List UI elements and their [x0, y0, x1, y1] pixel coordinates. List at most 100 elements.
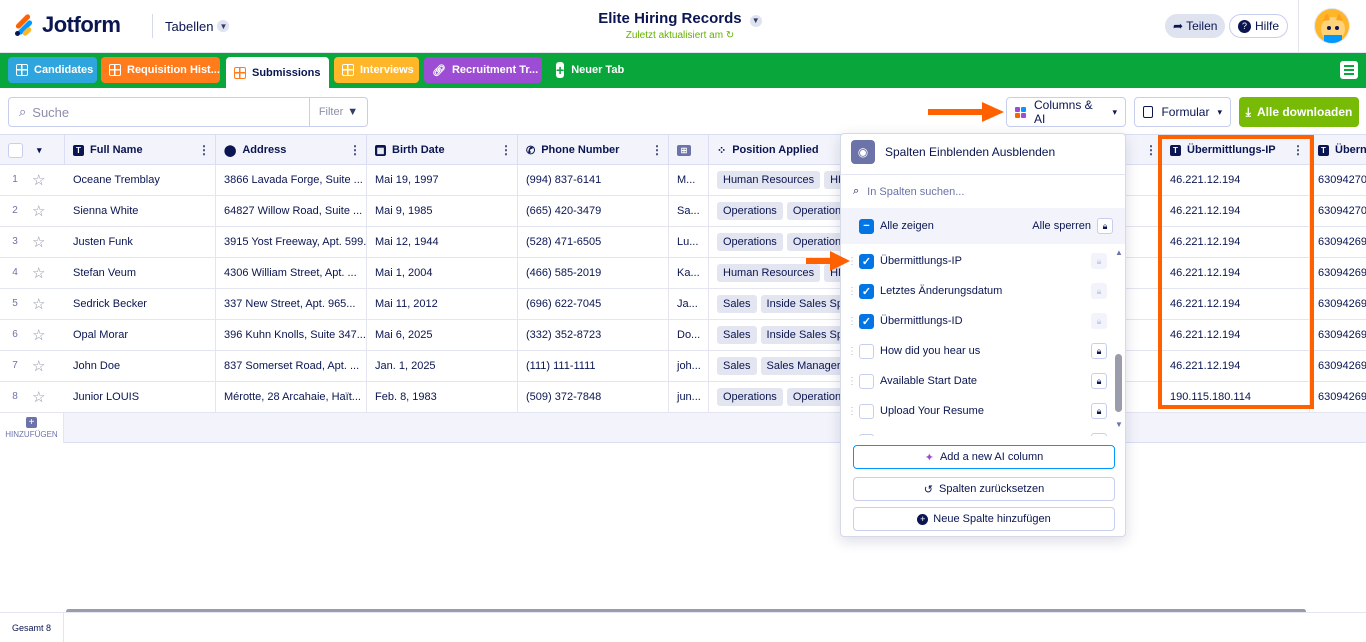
- drag-handle-icon[interactable]: ⋮⋮: [847, 436, 865, 437]
- cell-phone-number[interactable]: (528) 471-6505: [518, 227, 669, 257]
- column-visibility-checkbox[interactable]: ✓: [859, 253, 874, 269]
- column-menu-icon[interactable]: ⋮: [1145, 143, 1157, 157]
- columns-ai-button[interactable]: Columns & AI ▾: [1006, 97, 1126, 127]
- cell-position-applied[interactable]: SalesInside Sales Spe: [709, 289, 840, 319]
- column-visibility-checkbox[interactable]: [859, 403, 874, 419]
- star-icon[interactable]: ☆: [32, 326, 45, 344]
- cell-birth-date[interactable]: Feb. 8, 1983: [367, 382, 518, 412]
- search-box[interactable]: ⌕ Suche Filter ▼: [8, 97, 368, 127]
- help-button[interactable]: ? Hilfe: [1229, 14, 1289, 38]
- column-header-phone-number[interactable]: ✆ Phone Number ⋮: [518, 135, 669, 165]
- lock-icon[interactable]: 🔒︎: [1091, 373, 1107, 389]
- filter-button[interactable]: Filter ▼: [309, 98, 367, 126]
- table-title[interactable]: Elite Hiring Records ▼: [560, 10, 800, 27]
- cell-address[interactable]: 837 Somerset Road, Apt. ...: [216, 351, 367, 381]
- tab-submissions[interactable]: Submissions ⋮: [226, 57, 329, 88]
- cell-submission-id[interactable]: 630942691: [1310, 320, 1366, 350]
- star-icon[interactable]: ☆: [32, 388, 45, 406]
- cell-position-applied[interactable]: OperationsOperations: [709, 382, 840, 412]
- cell-birth-date[interactable]: Mai 9, 1985: [367, 196, 518, 226]
- cell-hidden[interactable]: M...: [669, 165, 709, 195]
- cell-position-applied[interactable]: Sales Sales Manager: [709, 351, 840, 381]
- column-visibility-checkbox[interactable]: ✓: [859, 313, 874, 329]
- cell-full-name[interactable]: Oceane Tremblay: [65, 165, 216, 195]
- cell-birth-date[interactable]: Mai 6, 2025: [367, 320, 518, 350]
- reset-columns-button[interactable]: ↺ Spalten zurücksetzen: [853, 477, 1115, 501]
- scroll-up-icon[interactable]: ▲: [1115, 248, 1123, 257]
- cell-hidden[interactable]: jun...: [669, 382, 709, 412]
- cell-submission-id[interactable]: 630942700: [1310, 196, 1366, 226]
- tab-interviews[interactable]: Interviews: [334, 57, 419, 83]
- column-toggle-item[interactable]: ⋮⋮ How did you hear us 🔒︎: [841, 336, 1117, 366]
- jotform-logo[interactable]: Jotform: [14, 12, 121, 38]
- star-icon[interactable]: ☆: [32, 295, 45, 313]
- column-visibility-checkbox[interactable]: [859, 433, 874, 436]
- cell-full-name[interactable]: Sienna White: [65, 196, 216, 226]
- star-icon[interactable]: ☆: [32, 202, 45, 220]
- column-toggle-item[interactable]: ⋮⋮ 🔒︎: [841, 426, 1117, 436]
- cell-hidden[interactable]: Ja...: [669, 289, 709, 319]
- avatar[interactable]: [1314, 8, 1350, 44]
- column-toggle-item[interactable]: ⋮⋮ ✓ Übermittlungs-ID 🔒︎: [841, 306, 1117, 336]
- cell-address[interactable]: 396 Kuhn Knolls, Suite 347...: [216, 320, 367, 350]
- column-toggle-item[interactable]: ⋮⋮ Available Start Date 🔒︎: [841, 366, 1117, 396]
- add-ai-column-button[interactable]: ✦ Add a new AI column: [853, 445, 1115, 469]
- column-header-position-applied[interactable]: ⁘ Position Applied: [709, 135, 840, 165]
- star-icon[interactable]: ☆: [32, 171, 45, 189]
- cell-submission-id[interactable]: 630942692: [1310, 258, 1366, 288]
- new-tab-button[interactable]: + Neuer Tab: [548, 57, 632, 83]
- column-header-submission-id[interactable]: T Übern: [1310, 135, 1366, 165]
- select-all-checkbox[interactable]: [8, 142, 23, 158]
- cell-phone-number[interactable]: (994) 837-6141: [518, 165, 669, 195]
- lock-icon[interactable]: 🔒︎: [1091, 313, 1107, 329]
- column-visibility-checkbox[interactable]: [859, 373, 874, 389]
- share-button[interactable]: ➦ Teilen: [1165, 14, 1226, 38]
- cell-address[interactable]: 4306 William Street, Apt. ...: [216, 258, 367, 288]
- more-options-icon[interactable]: ⋮: [326, 66, 329, 79]
- tab-candidates[interactable]: Candidates: [8, 57, 97, 83]
- cell-address[interactable]: 337 New Street, Apt. 965...: [216, 289, 367, 319]
- cell-hidden[interactable]: joh...: [669, 351, 709, 381]
- column-visibility-checkbox[interactable]: [859, 343, 874, 359]
- cell-full-name[interactable]: Sedrick Becker: [65, 289, 216, 319]
- column-menu-icon[interactable]: ⋮: [198, 143, 210, 157]
- drag-handle-icon[interactable]: ⋮⋮: [847, 406, 865, 417]
- cell-position-applied[interactable]: Human ResourcesHR: [709, 165, 840, 195]
- tab-recruitment-tracker[interactable]: 🔗︎ Recruitment Tr...: [424, 57, 542, 83]
- cell-full-name[interactable]: Justen Funk: [65, 227, 216, 257]
- drag-handle-icon[interactable]: ⋮⋮: [847, 346, 865, 357]
- column-menu-icon[interactable]: ⋮: [651, 143, 663, 157]
- cell-hidden[interactable]: Sa...: [669, 196, 709, 226]
- column-menu-icon[interactable]: ⋮: [500, 143, 512, 157]
- column-toggle-item[interactable]: ⋮⋮ ✓ Übermittlungs-IP 🔒︎: [841, 246, 1117, 276]
- cell-submission-id[interactable]: 630942690: [1310, 289, 1366, 319]
- cell-phone-number[interactable]: (466) 585-2019: [518, 258, 669, 288]
- cell-submission-id[interactable]: 630942706: [1310, 165, 1366, 195]
- scroll-thumb[interactable]: [1115, 354, 1122, 412]
- column-toggle-item[interactable]: ⋮⋮ ✓ Letztes Änderungsdatum 🔒︎: [841, 276, 1117, 306]
- show-all-label[interactable]: Alle zeigen: [880, 220, 1032, 232]
- add-column-button[interactable]: + Neue Spalte hinzufügen: [853, 507, 1115, 531]
- cell-full-name[interactable]: Opal Morar: [65, 320, 216, 350]
- star-icon[interactable]: ☆: [32, 357, 45, 375]
- cell-position-applied[interactable]: SalesInside Sales Spe: [709, 320, 840, 350]
- panel-scrollbar[interactable]: ▲ ▼: [1114, 248, 1123, 430]
- cell-phone-number[interactable]: (332) 352-8723: [518, 320, 669, 350]
- cell-hidden[interactable]: Ka...: [669, 258, 709, 288]
- cell-full-name[interactable]: John Doe: [65, 351, 216, 381]
- cell-birth-date[interactable]: Mai 19, 1997: [367, 165, 518, 195]
- column-header-birth-date[interactable]: ▦ Birth Date ⋮: [367, 135, 518, 165]
- lock-icon[interactable]: 🔒︎: [1091, 253, 1107, 269]
- cell-position-applied[interactable]: OperationsOperations: [709, 196, 840, 226]
- drag-handle-icon[interactable]: ⋮⋮: [847, 286, 865, 297]
- cell-address[interactable]: 64827 Willow Road, Suite ...: [216, 196, 367, 226]
- star-icon[interactable]: ☆: [32, 264, 45, 282]
- chevron-down-icon[interactable]: ▾: [37, 145, 42, 156]
- cell-phone-number[interactable]: (665) 420-3479: [518, 196, 669, 226]
- lock-icon[interactable]: 🔒︎: [1091, 343, 1107, 359]
- download-all-button[interactable]: ⤓ Alle downloaden: [1239, 97, 1359, 127]
- lock-icon[interactable]: 🔒︎: [1091, 283, 1107, 299]
- cell-birth-date[interactable]: Mai 1, 2004: [367, 258, 518, 288]
- lock-icon[interactable]: 🔒︎: [1091, 433, 1107, 436]
- tab-requisition-history[interactable]: Requisition Hist...: [101, 57, 220, 83]
